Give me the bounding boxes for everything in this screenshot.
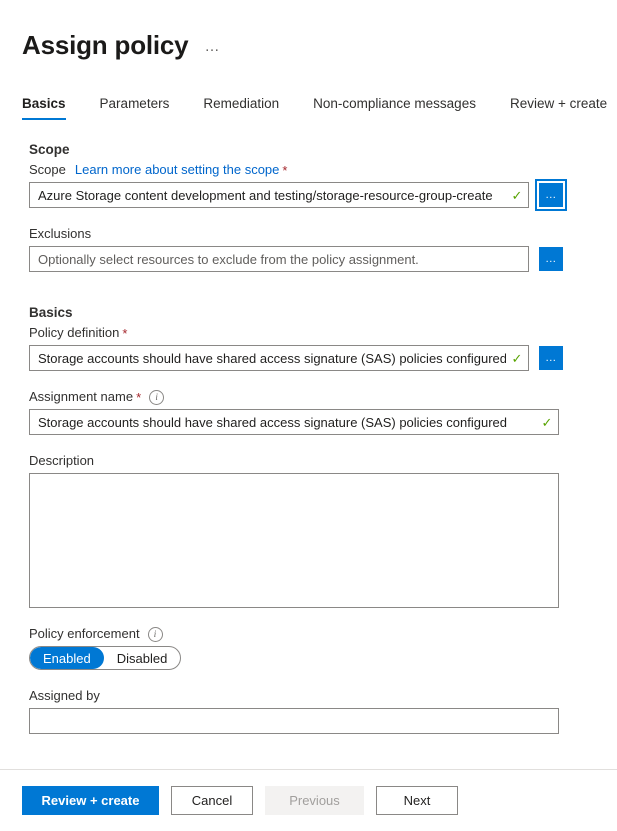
exclusions-input[interactable]: Optionally select resources to exclude f…	[29, 246, 529, 272]
policy-definition-required-marker: *	[122, 327, 127, 340]
more-options-icon[interactable]: …	[204, 39, 221, 54]
exclusions-input-placeholder: Optionally select resources to exclude f…	[30, 252, 528, 267]
assigned-by-input-row	[29, 708, 617, 734]
tab-remediation[interactable]: Remediation	[203, 96, 279, 120]
scope-section-heading: Scope	[29, 142, 617, 157]
policy-enforcement-enabled-option[interactable]: Enabled	[30, 647, 104, 669]
policy-definition-browse-button[interactable]: ...	[539, 346, 563, 370]
policy-definition-valid-check-icon: ✓	[506, 352, 528, 365]
scope-browse-button[interactable]: ...	[539, 183, 563, 207]
page-title: Assign policy	[22, 30, 188, 61]
assignment-name-label-text: Assignment name	[29, 388, 133, 406]
cancel-button[interactable]: Cancel	[171, 786, 253, 815]
policy-enforcement-field-label: Policy enforcement i	[29, 625, 617, 643]
description-field-label: Description	[29, 452, 617, 470]
policy-enforcement-info-icon[interactable]: i	[148, 627, 163, 642]
assignment-name-input[interactable]: Storage accounts should have shared acce…	[29, 409, 559, 435]
assignment-name-required-marker: *	[136, 391, 141, 404]
review-create-button[interactable]: Review + create	[22, 786, 159, 815]
policy-enforcement-disabled-option[interactable]: Disabled	[104, 647, 181, 669]
scope-field-label: Scope Learn more about setting the scope…	[29, 161, 617, 179]
policy-definition-input[interactable]: Storage accounts should have shared acce…	[29, 345, 529, 371]
footer-actions: Review + create Cancel Previous Next	[0, 770, 617, 831]
basics-section-heading: Basics	[29, 305, 617, 320]
scope-required-marker: *	[282, 164, 287, 177]
tab-parameters[interactable]: Parameters	[100, 96, 170, 120]
assigned-by-input[interactable]	[29, 708, 559, 734]
assignment-name-info-icon[interactable]: i	[149, 390, 164, 405]
policy-definition-input-value: Storage accounts should have shared acce…	[30, 351, 506, 366]
scope-label-text: Scope	[29, 161, 66, 179]
previous-button: Previous	[265, 786, 364, 815]
tab-review-create[interactable]: Review + create	[510, 96, 607, 120]
exclusions-input-row: Optionally select resources to exclude f…	[29, 246, 617, 272]
policy-enforcement-label-text: Policy enforcement	[29, 625, 140, 643]
policy-definition-field-label: Policy definition *	[29, 324, 617, 342]
learn-more-scope-link[interactable]: Learn more about setting the scope	[75, 161, 280, 179]
description-label-text: Description	[29, 452, 94, 470]
policy-definition-label-text: Policy definition	[29, 324, 119, 342]
description-textarea[interactable]	[29, 473, 559, 608]
scope-input-row: Azure Storage content development and te…	[29, 182, 617, 208]
scope-valid-check-icon: ✓	[506, 189, 528, 202]
assignment-name-field-label: Assignment name * i	[29, 388, 617, 406]
assigned-by-label-text: Assigned by	[29, 687, 100, 705]
scope-input[interactable]: Azure Storage content development and te…	[29, 182, 529, 208]
exclusions-browse-button[interactable]: ...	[539, 247, 563, 271]
tab-basics[interactable]: Basics	[22, 96, 66, 120]
page-header: Assign policy …	[0, 0, 617, 61]
scope-input-value: Azure Storage content development and te…	[30, 188, 506, 203]
tab-non-compliance-messages[interactable]: Non-compliance messages	[313, 96, 476, 120]
assignment-name-valid-check-icon: ✓	[536, 416, 558, 429]
assigned-by-field-label: Assigned by	[29, 687, 617, 705]
policy-enforcement-toggle[interactable]: Enabled Disabled	[29, 646, 181, 670]
exclusions-field-label: Exclusions	[29, 225, 617, 243]
exclusions-label-text: Exclusions	[29, 225, 91, 243]
next-button[interactable]: Next	[376, 786, 458, 815]
assignment-name-input-row: Storage accounts should have shared acce…	[29, 409, 617, 435]
form-body: Scope Scope Learn more about setting the…	[0, 142, 617, 734]
policy-definition-input-row: Storage accounts should have shared acce…	[29, 345, 617, 371]
wizard-tabs: Basics Parameters Remediation Non-compli…	[22, 90, 617, 120]
assignment-name-input-value: Storage accounts should have shared acce…	[30, 415, 536, 430]
